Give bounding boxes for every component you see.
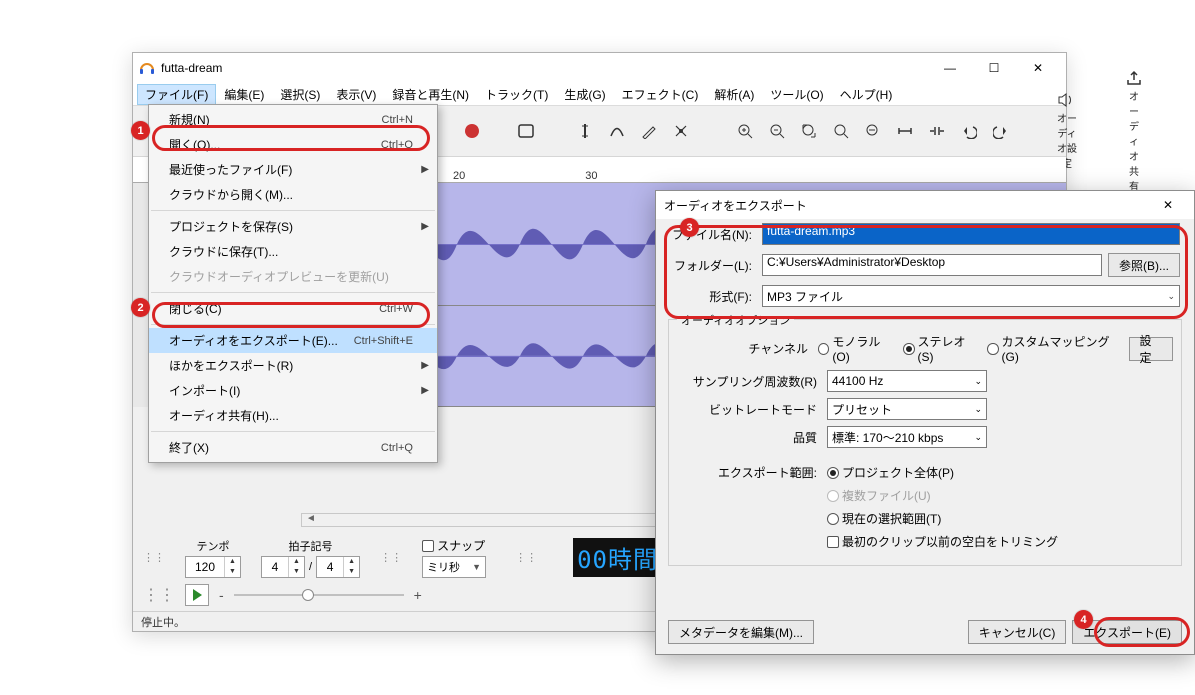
tempo-label: テンポ	[197, 538, 230, 554]
silence-icon[interactable]	[923, 117, 951, 145]
channel-mono-radio[interactable]: モノラル(O)	[818, 333, 893, 364]
callout-badge-2: 2	[131, 298, 150, 317]
multi-tool-icon[interactable]	[667, 117, 695, 145]
envelope-tool-icon[interactable]	[603, 117, 631, 145]
speaker-icon	[1057, 92, 1077, 108]
bitrate-mode-label: ビットレートモード	[677, 401, 827, 418]
callout-ring-2	[152, 302, 430, 328]
loop-toggle[interactable]	[517, 117, 535, 145]
timesig-denominator[interactable]: ▲▼	[316, 556, 360, 578]
menu-share-audio[interactable]: オーディオ共有(H)...	[149, 403, 437, 428]
callout-badge-1: 1	[131, 121, 150, 140]
zoom-tools	[731, 117, 1015, 145]
minimize-button[interactable]: —	[928, 53, 972, 83]
menu-tracks[interactable]: トラック(T)	[477, 84, 556, 105]
range-multi-radio: 複数ファイル(U)	[827, 487, 931, 504]
cancel-button[interactable]: キャンセル(C)	[968, 620, 1067, 644]
channel-custom-radio[interactable]: カスタムマッピング(G)	[987, 333, 1118, 364]
dialog-close-button[interactable]: ✕	[1150, 198, 1186, 212]
audio-share-button[interactable]: オーディオ共有	[1119, 68, 1149, 195]
play-at-speed-button[interactable]	[185, 584, 209, 606]
trim-blank-checkbox[interactable]: 最初のクリップ以前の空白をトリミング	[827, 533, 1058, 550]
window-title: futta-dream	[161, 61, 928, 75]
snap-checkbox[interactable]: スナップ	[422, 537, 485, 554]
callout-ring-3	[664, 225, 1188, 319]
menu-edit[interactable]: 編集(E)	[216, 84, 272, 105]
menu-exit[interactable]: 終了(X)Ctrl+Q	[149, 435, 437, 460]
selection-tool-icon[interactable]	[571, 117, 599, 145]
menu-save-project[interactable]: プロジェクトを保存(S)▶	[149, 214, 437, 239]
range-project-radio[interactable]: プロジェクト全体(P)	[827, 464, 954, 481]
zoom-toggle-icon[interactable]	[859, 117, 887, 145]
menu-recent[interactable]: 最近使ったファイル(F)▶	[149, 157, 437, 182]
edit-tools	[571, 117, 695, 145]
maximize-button[interactable]: ☐	[972, 53, 1016, 83]
menu-effect[interactable]: エフェクト(C)	[614, 84, 707, 105]
redo-icon[interactable]	[987, 117, 1015, 145]
close-button[interactable]: ✕	[1016, 53, 1060, 83]
samplerate-label: サンプリング周波数(R)	[677, 373, 827, 390]
trim-icon[interactable]	[891, 117, 919, 145]
timesig-numerator[interactable]: ▲▼	[261, 556, 305, 578]
menu-analyze[interactable]: 解析(A)	[706, 84, 762, 105]
dialog-titlebar: オーディオをエクスポート ✕	[656, 191, 1194, 219]
range-label: エクスポート範囲:	[677, 464, 827, 481]
callout-ring-4	[1094, 617, 1190, 647]
menu-file[interactable]: ファイル(F)	[137, 84, 216, 105]
menu-tools[interactable]: ツール(O)	[762, 84, 831, 105]
bitrate-mode-select[interactable]: プリセット⌄	[827, 398, 987, 420]
menu-export-other[interactable]: ほかをエクスポート(R)▶	[149, 353, 437, 378]
quality-label: 品質	[677, 429, 827, 446]
menu-open-cloud[interactable]: クラウドから開く(M)...	[149, 182, 437, 207]
quality-select[interactable]: 標準: 170～210 kbps⌄	[827, 426, 987, 448]
menu-export-audio[interactable]: オーディオをエクスポート(E)...Ctrl+Shift+E	[149, 328, 437, 353]
undo-icon[interactable]	[955, 117, 983, 145]
dialog-title: オーディオをエクスポート	[664, 197, 807, 214]
zoom-in-icon[interactable]	[731, 117, 759, 145]
titlebar: futta-dream — ☐ ✕	[133, 53, 1066, 83]
menu-view[interactable]: 表示(V)	[328, 84, 384, 105]
audio-options-group: オーディオオプション チャンネル モノラル(O) ステレオ(S) カスタムマッピ…	[668, 319, 1182, 566]
record-button[interactable]	[463, 117, 481, 145]
timesig-label: 拍子記号	[289, 538, 333, 554]
channel-label: チャンネル	[677, 340, 818, 357]
menu-import[interactable]: インポート(I)▶	[149, 378, 437, 403]
menubar: ファイル(F) 編集(E) 選択(S) 表示(V) 録音と再生(N) トラック(…	[133, 83, 1066, 105]
file-menu-dropdown: 新規(N)Ctrl+N 開く(O)...Ctrl+O 最近使ったファイル(F)▶…	[148, 104, 438, 463]
callout-ring-1	[152, 125, 430, 151]
channel-stereo-radio[interactable]: ステレオ(S)	[903, 333, 977, 364]
menu-select[interactable]: 選択(S)	[272, 84, 328, 105]
channel-settings-button[interactable]: 設定	[1129, 337, 1173, 361]
zoom-fit-sel-icon[interactable]	[795, 117, 823, 145]
tempo-input[interactable]: ▲▼	[185, 556, 241, 578]
menu-update-preview: クラウドオーディオプレビューを更新(U)	[149, 264, 437, 289]
app-icon	[139, 60, 155, 76]
samplerate-select[interactable]: 44100 Hz⌄	[827, 370, 987, 392]
share-icon	[1125, 70, 1143, 86]
draw-tool-icon[interactable]	[635, 117, 663, 145]
zoom-out-icon[interactable]	[763, 117, 791, 145]
menu-help[interactable]: ヘルプ(H)	[832, 84, 901, 105]
zoom-fit-icon[interactable]	[827, 117, 855, 145]
menu-save-cloud[interactable]: クラウドに保存(T)...	[149, 239, 437, 264]
callout-badge-4: 4	[1074, 610, 1093, 629]
menu-generate[interactable]: 生成(G)	[556, 84, 613, 105]
callout-badge-3: 3	[680, 218, 699, 237]
snap-unit-select[interactable]: ミリ秒▼	[422, 556, 486, 578]
playback-speed-slider[interactable]	[234, 594, 404, 596]
range-selection-radio[interactable]: 現在の選択範囲(T)	[827, 510, 941, 527]
edit-metadata-button[interactable]: メタデータを編集(M)...	[668, 620, 814, 644]
menu-transport[interactable]: 録音と再生(N)	[384, 84, 477, 105]
